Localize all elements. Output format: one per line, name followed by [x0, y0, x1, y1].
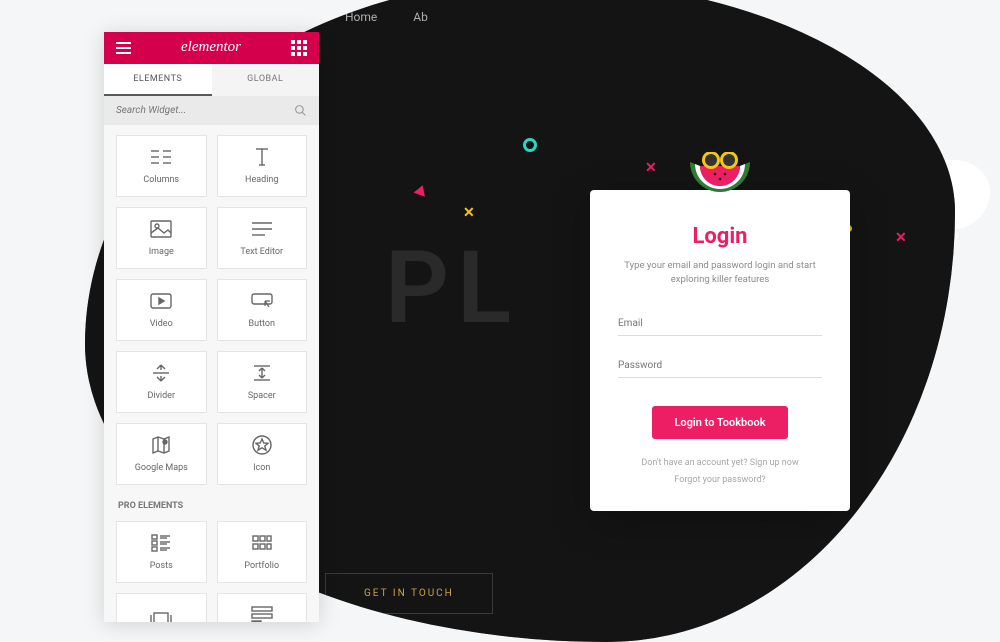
widget-label: Video: [150, 319, 173, 329]
widget-label: Heading: [245, 175, 278, 185]
confetti-x-icon: ✕: [463, 205, 475, 221]
search-input[interactable]: [116, 105, 294, 116]
button-icon: [251, 290, 273, 312]
brand-logo: elementor: [181, 39, 241, 56]
widget-label: Text Editor: [240, 247, 283, 257]
widget-text-editor[interactable]: Text Editor: [217, 207, 308, 269]
elementor-panel: elementor ELEMENTS GLOBAL Columns Headin…: [104, 32, 319, 622]
get-in-touch-button[interactable]: GET IN TOUCH: [325, 573, 493, 614]
widget-label: Google Maps: [135, 463, 188, 473]
widget-label: Spacer: [248, 391, 276, 401]
widget-google-maps[interactable]: Google Maps: [116, 423, 207, 485]
tab-elements[interactable]: ELEMENTS: [104, 64, 212, 96]
site-nav: Home Ab: [85, 10, 955, 24]
watermelon-mascot-icon: [685, 152, 755, 202]
image-icon: [150, 218, 172, 240]
spacer-icon: [252, 362, 272, 384]
hero-bg-text: PL: [385, 230, 519, 347]
signup-link[interactable]: Don't have an account yet? Sign up now: [618, 455, 822, 472]
divider-icon: [151, 362, 171, 384]
widget-label: Button: [249, 319, 275, 329]
panel-header: elementor: [104, 32, 319, 64]
search-row: [104, 96, 319, 125]
widget-video[interactable]: Video: [116, 279, 207, 341]
widget-heading[interactable]: Heading: [217, 135, 308, 197]
nav-home[interactable]: Home: [345, 10, 377, 24]
widget-label: Columns: [143, 175, 179, 185]
widget-image[interactable]: Image: [116, 207, 207, 269]
login-modal: Login Type your email and password login…: [590, 190, 850, 511]
widget-label: Posts: [150, 561, 173, 571]
columns-icon: [149, 146, 173, 168]
star-icon: [252, 434, 272, 456]
portfolio-icon: [252, 532, 272, 554]
widget-button[interactable]: Button: [217, 279, 308, 341]
forgot-password-link[interactable]: Forgot your password?: [618, 472, 822, 489]
password-field[interactable]: [618, 350, 822, 378]
widget-posts[interactable]: Posts: [116, 521, 207, 583]
map-icon: [151, 434, 171, 456]
confetti-triangle-icon: [414, 183, 429, 197]
confetti-x-icon: ✕: [895, 230, 907, 246]
pro-elements-heading: PRO ELEMENTS: [116, 495, 307, 511]
apps-icon[interactable]: [291, 40, 307, 56]
login-subtitle: Type your email and password login and s…: [618, 259, 822, 288]
widget-icon[interactable]: Icon: [217, 423, 308, 485]
posts-icon: [151, 532, 171, 554]
panel-tabs: ELEMENTS GLOBAL: [104, 64, 319, 96]
widget-portfolio[interactable]: Portfolio: [217, 521, 308, 583]
widget-label: Image: [149, 247, 174, 257]
widget-label: Divider: [147, 391, 175, 401]
widget-label: Icon: [253, 463, 270, 473]
login-title: Login: [618, 224, 822, 249]
widget-label: Portfolio: [244, 561, 279, 571]
confetti-x-icon: ✕: [645, 160, 657, 176]
video-icon: [150, 290, 172, 312]
widget-grid: Columns Heading Image Text Editor Video …: [104, 125, 319, 622]
heading-icon: [252, 146, 272, 168]
form-icon: [251, 604, 273, 622]
text-editor-icon: [251, 218, 273, 240]
widget-slides[interactable]: [116, 593, 207, 622]
login-submit-button[interactable]: Login to Tookbook: [652, 406, 787, 439]
menu-icon[interactable]: [116, 42, 131, 54]
email-field[interactable]: [618, 308, 822, 336]
widget-spacer[interactable]: Spacer: [217, 351, 308, 413]
nav-about[interactable]: Ab: [413, 10, 428, 24]
tab-global[interactable]: GLOBAL: [212, 64, 320, 96]
search-icon[interactable]: [294, 104, 307, 117]
widget-columns[interactable]: Columns: [116, 135, 207, 197]
slides-icon: [150, 609, 172, 622]
widget-form[interactable]: Form: [217, 593, 308, 622]
widget-divider[interactable]: Divider: [116, 351, 207, 413]
confetti-ring-icon: [523, 138, 537, 152]
